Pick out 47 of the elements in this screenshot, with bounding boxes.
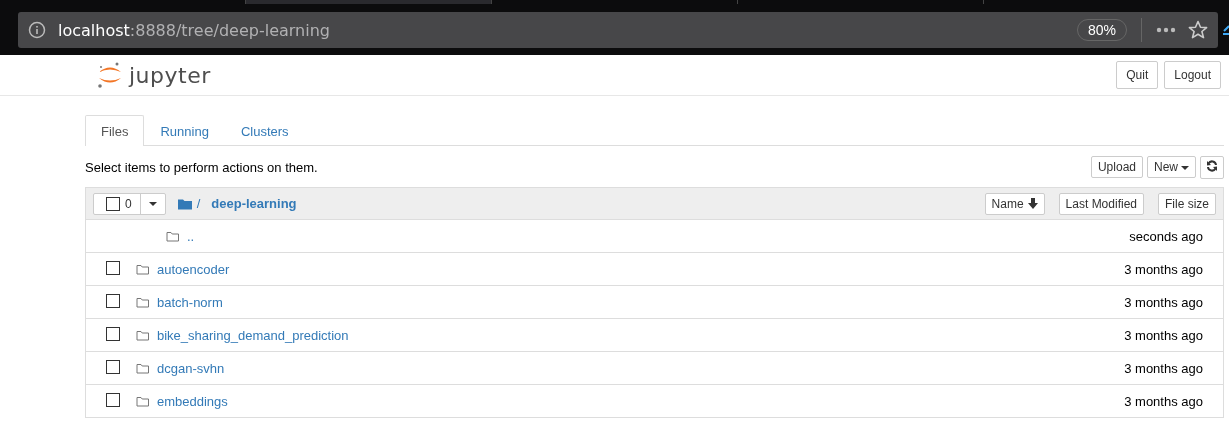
folder-icon	[136, 362, 150, 374]
tab[interactable]: Running	[144, 115, 225, 146]
folder-icon	[136, 296, 150, 308]
address-bar[interactable]: localhost:8888/tree/deep-learning 80%	[18, 12, 1218, 48]
row-checkbox[interactable]	[106, 293, 120, 308]
sort-button[interactable]: File size	[1158, 192, 1216, 215]
folder-icon	[166, 230, 180, 242]
url-text[interactable]: localhost:8888/tree/deep-learning	[58, 20, 1077, 40]
info-icon[interactable]	[28, 21, 46, 39]
refresh-button[interactable]	[1200, 155, 1224, 179]
breadcrumb-separator: /	[196, 196, 201, 211]
folder-link[interactable]: batch-norm	[157, 294, 1125, 310]
new-button[interactable]: New	[1147, 156, 1196, 178]
folder-link[interactable]: embeddings	[157, 393, 1125, 409]
row-checkbox[interactable]	[106, 326, 120, 341]
refresh-icon	[1206, 159, 1218, 172]
breadcrumb-link[interactable]: deep-learning	[211, 196, 297, 211]
more-icon[interactable]	[1156, 27, 1176, 33]
folder-link[interactable]: autoencoder	[157, 261, 1125, 277]
modified-time: 3 months ago	[1124, 261, 1203, 277]
modified-time: 3 months ago	[1124, 327, 1203, 343]
sort-button[interactable]: Last Modified	[1058, 192, 1144, 215]
selected-count: 0	[125, 196, 132, 211]
logo-text[interactable]: jupyter	[129, 62, 211, 88]
folder-icon	[136, 329, 150, 341]
tab[interactable]: Files	[85, 115, 145, 146]
folder-link[interactable]: dcgan-svhn	[157, 360, 1125, 376]
header-button[interactable]: Logout	[1164, 61, 1221, 89]
folder-link[interactable]: bike_sharing_demand_prediction	[157, 327, 1125, 343]
upload-button[interactable]: Upload	[1090, 156, 1143, 178]
row-checkbox[interactable]	[106, 392, 120, 407]
modified-time: 3 months ago	[1124, 393, 1203, 409]
modified-time: 3 months ago	[1124, 294, 1203, 310]
instruction-text: Select items to perform actions on them.	[85, 159, 319, 175]
folder-icon	[136, 395, 150, 407]
row-checkbox[interactable]	[106, 359, 120, 374]
folder-icon	[136, 263, 150, 275]
header-button[interactable]: Quit	[1116, 61, 1159, 89]
modified-time: 3 months ago	[1124, 360, 1203, 376]
row-checkbox[interactable]	[106, 260, 120, 275]
modified-time: seconds ago	[1129, 228, 1203, 244]
sort-button[interactable]: Name	[984, 192, 1045, 215]
tab[interactable]: Clusters	[224, 115, 305, 146]
select-dropdown[interactable]: 0	[93, 192, 166, 215]
star-icon[interactable]	[1188, 20, 1208, 40]
folder-icon[interactable]	[177, 197, 192, 210]
parent-folder-link[interactable]: ..	[187, 228, 1130, 244]
